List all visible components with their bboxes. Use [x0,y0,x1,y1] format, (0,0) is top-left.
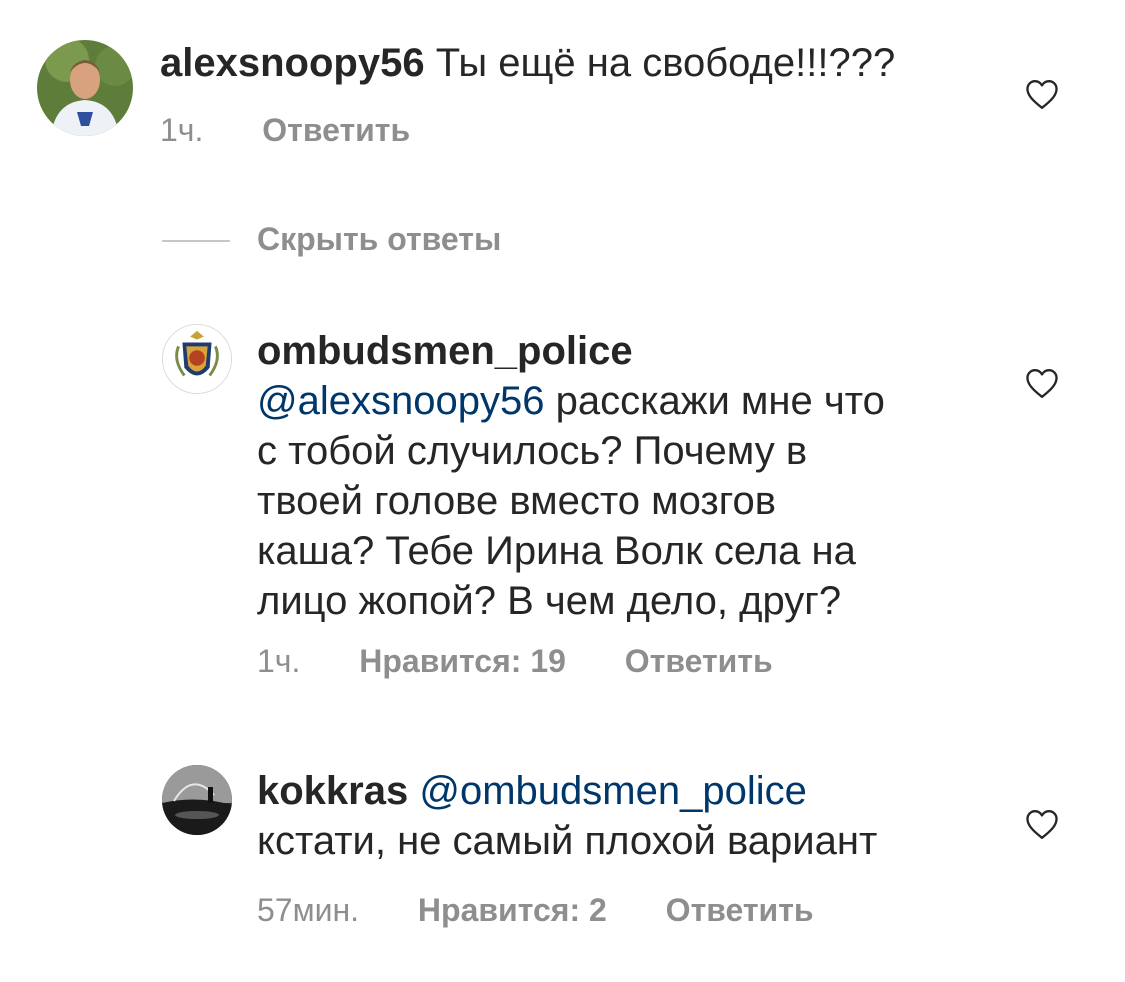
likes-count-button[interactable]: Нравится: 2 [418,892,607,928]
comment-meta: 57мин. Нравится: 2 Ответить [257,892,814,929]
hide-replies-button[interactable]: Скрыть ответы [257,221,501,258]
comment-text: @alexsnoopy56 расскажи мне что [257,376,977,426]
mention-link[interactable]: @ombudsmen_police [419,769,806,813]
comment-text-line: каша? Тебе Ирина Волк села на [257,529,856,573]
comments-thread: alexsnoopy56 Ты ещё на свободе!!!??? 1ч.… [0,0,1125,982]
reply-button[interactable]: Ответить [262,112,410,148]
avatar-ombudsmen-police[interactable] [162,324,232,394]
comment-username[interactable]: alexsnoopy56 [160,41,425,85]
comment-text: Ты ещё на свободе!!!??? [435,41,896,85]
comment-body: alexsnoopy56 Ты ещё на свободе!!!??? [160,38,980,88]
reply-button[interactable]: Ответить [666,892,814,928]
comment-text-line: лицо жопой? В чем дело, друг? [257,579,842,623]
comment-meta: 1ч. Ответить [160,112,410,149]
comment-time: 57мин. [257,892,360,928]
comment-text: кстати, не самый плохой вариант [257,819,878,863]
heart-outline-icon[interactable] [1024,808,1060,840]
avatar-kokkras[interactable] [162,765,232,835]
comment-username[interactable]: ombudsmen_police [257,326,977,376]
replies-divider [162,240,230,242]
comment-username[interactable]: kokkras [257,769,408,813]
avatar-alexsnoopy56[interactable] [37,40,133,136]
heart-outline-icon[interactable] [1024,367,1060,399]
comment-time: 1ч. [160,112,204,148]
likes-count-button[interactable]: Нравится: 19 [359,643,566,679]
comment-body: ombudsmen_police @alexsnoopy56 расскажи … [257,326,977,626]
comment-meta: 1ч. Нравится: 19 Ответить [257,643,773,680]
reply-button[interactable]: Ответить [625,643,773,679]
comment-text-line: с тобой случилось? Почему в [257,429,808,473]
heart-outline-icon[interactable] [1024,78,1060,110]
mention-link[interactable]: @alexsnoopy56 [257,379,544,423]
comment-body: kokkras @ombudsmen_police кстати, не сам… [257,766,1017,866]
comment-text-line: твоей голове вместо мозгов [257,479,776,523]
comment-text-line: расскажи мне что [555,379,885,423]
comment-time: 1ч. [257,643,301,679]
